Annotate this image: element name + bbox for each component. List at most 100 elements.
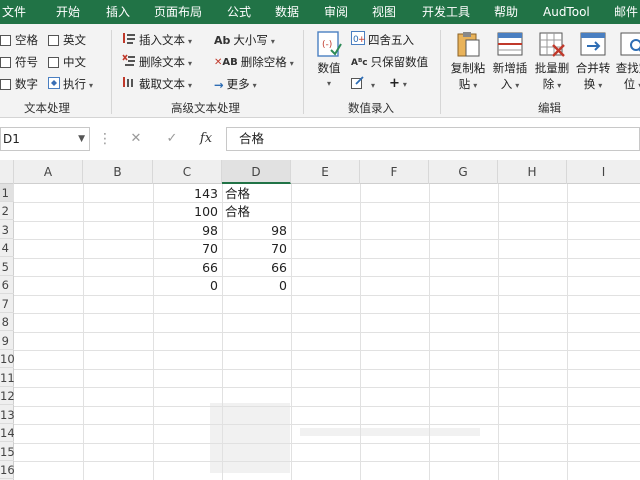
insert-function-icon[interactable]: fx xyxy=(194,127,218,151)
column-header-active[interactable]: D xyxy=(222,160,291,184)
column-header[interactable]: E xyxy=(291,160,360,184)
batch-delete-button[interactable]: 批量删 除 ▾ xyxy=(532,30,572,94)
case-icon: Ab xyxy=(214,33,231,47)
edit-tool-button[interactable]: ▾ xyxy=(351,74,375,94)
chevron-down-icon: ▾ xyxy=(188,81,193,90)
row-header[interactable]: 15 xyxy=(0,443,14,461)
row-header[interactable]: 8 xyxy=(0,313,14,331)
row-header[interactable]: 14 xyxy=(0,424,14,442)
value-button[interactable]: (-) 数值 ▾ xyxy=(312,30,346,92)
number-checkbox[interactable]: 数字 xyxy=(0,74,38,94)
tab-mail[interactable]: 邮件 xyxy=(614,0,638,24)
row-header-bar: 1 2 3 4 5 6 7 8 9 10 11 12 13 14 15 16 xyxy=(0,184,14,480)
tab-page-layout[interactable]: 页面布局 xyxy=(154,0,202,24)
insert-new-button[interactable]: 新增插 入 ▾ xyxy=(490,30,530,94)
tab-audtool[interactable]: AudTool xyxy=(543,0,590,24)
row-header[interactable]: 11 xyxy=(0,369,14,387)
remove-space-icon: ✕AB xyxy=(214,56,238,68)
chinese-checkbox[interactable]: 中文 xyxy=(48,52,86,72)
merge-convert-label: 合并转 xyxy=(575,61,611,75)
tab-insert[interactable]: 插入 xyxy=(106,0,130,24)
column-header[interactable]: C xyxy=(153,160,222,184)
space-checkbox[interactable]: 空格 xyxy=(0,30,38,50)
chevron-down-icon: ▾ xyxy=(326,79,331,88)
case-button[interactable]: Ab 大小写 ▾ xyxy=(214,30,275,50)
cell-c6[interactable]: 0 xyxy=(153,276,222,295)
checkbox-icon xyxy=(0,57,11,68)
merge-convert-button[interactable]: 合并转 换 ▾ xyxy=(573,30,613,94)
cell-c1[interactable]: 143 xyxy=(153,184,222,203)
remove-space-button[interactable]: ✕AB 删除空格 ▾ xyxy=(214,52,294,72)
cell-d6[interactable]: 0 xyxy=(222,276,291,295)
group-label-advanced-text: 高级文本处理 xyxy=(171,101,240,115)
cell-c5[interactable]: 66 xyxy=(153,258,222,277)
row-header[interactable]: 5 xyxy=(0,258,14,276)
column-header[interactable]: A xyxy=(14,160,83,184)
cell-c3[interactable]: 98 xyxy=(153,221,222,240)
row-header[interactable]: 12 xyxy=(0,387,14,405)
chevron-down-icon[interactable]: ▼ xyxy=(78,128,85,150)
formula-bar-grip-icon[interactable]: ⋮ xyxy=(98,127,112,151)
select-all-corner[interactable] xyxy=(0,160,14,184)
insert-new-label-2: 入 xyxy=(500,77,513,91)
formula-input[interactable]: 合格 xyxy=(226,127,640,151)
tab-data[interactable]: 数据 xyxy=(275,0,299,24)
tab-help[interactable]: 帮助 xyxy=(494,0,518,24)
column-header[interactable]: B xyxy=(83,160,153,184)
copy-paste-button[interactable]: 复制粘 贴 ▾ xyxy=(448,30,488,94)
chevron-down-icon: ▾ xyxy=(402,80,407,89)
row-header[interactable]: 6 xyxy=(0,276,14,294)
keep-numbers-button[interactable]: Aᴮc 只保留数值 xyxy=(351,52,428,72)
cell-d4[interactable]: 70 xyxy=(222,239,291,258)
merge-convert-label-2: 换 xyxy=(583,77,596,91)
tab-formulas[interactable]: 公式 xyxy=(227,0,251,24)
extract-text-icon xyxy=(122,75,136,95)
name-box[interactable]: D1 ▼ xyxy=(0,127,90,151)
tab-developer[interactable]: 开发工具 xyxy=(422,0,470,24)
row-header-active[interactable]: 1 xyxy=(0,184,14,202)
delete-text-button[interactable]: 删除文本 ▾ xyxy=(122,52,192,72)
find-locate-button[interactable]: 查找定 位▾ xyxy=(613,30,640,94)
tab-file[interactable]: 文件 xyxy=(2,0,26,24)
tab-view[interactable]: 视图 xyxy=(372,0,396,24)
column-header[interactable]: I xyxy=(567,160,640,184)
add-button[interactable]: + ▾ xyxy=(389,74,407,94)
row-header[interactable]: 3 xyxy=(0,221,14,239)
round-button[interactable]: 0 + 四舍五入 xyxy=(351,30,414,50)
chevron-down-icon: ▾ xyxy=(473,81,478,90)
checkbox-icon xyxy=(48,57,59,68)
row-header[interactable]: 16 xyxy=(0,461,14,479)
cell-d2[interactable]: 合格 xyxy=(222,202,291,221)
row-header[interactable]: 2 xyxy=(0,202,14,220)
symbol-label: 符号 xyxy=(15,55,38,69)
tab-home[interactable]: 开始 xyxy=(56,0,80,24)
cell-d5[interactable]: 66 xyxy=(222,258,291,277)
cell-c2[interactable]: 100 xyxy=(153,202,222,221)
gridline xyxy=(14,332,640,333)
column-header[interactable]: H xyxy=(498,160,567,184)
row-header[interactable]: 7 xyxy=(0,295,14,313)
english-checkbox[interactable]: 英文 xyxy=(48,30,86,50)
insert-text-button[interactable]: 插入文本 ▾ xyxy=(122,30,192,50)
row-header[interactable]: 10 xyxy=(0,350,14,368)
tab-review[interactable]: 审阅 xyxy=(324,0,348,24)
row-header[interactable]: 9 xyxy=(0,332,14,350)
row-header[interactable]: 4 xyxy=(0,239,14,257)
insert-rows-icon xyxy=(496,30,524,58)
merge-icon xyxy=(579,30,607,58)
chevron-down-icon: ▾ xyxy=(89,81,94,90)
more-button[interactable]: → 更多 ▾ xyxy=(214,74,257,94)
cell-d3[interactable]: 98 xyxy=(222,221,291,240)
cell-d1[interactable]: 合格 xyxy=(222,184,291,203)
chevron-down-icon: ▾ xyxy=(270,37,275,46)
column-header[interactable]: G xyxy=(429,160,498,184)
formula-bar: D1 ▼ ⋮ ✕ ✓ fx 合格 xyxy=(0,118,640,160)
cancel-icon[interactable]: ✕ xyxy=(124,127,148,151)
confirm-icon[interactable]: ✓ xyxy=(160,127,184,151)
column-header[interactable]: F xyxy=(360,160,429,184)
symbol-checkbox[interactable]: 符号 xyxy=(0,52,38,72)
cell-c4[interactable]: 70 xyxy=(153,239,222,258)
row-header[interactable]: 13 xyxy=(0,406,14,424)
execute-button[interactable]: 执行 ▾ xyxy=(48,74,93,94)
extract-text-button[interactable]: 截取文本 ▾ xyxy=(122,74,192,94)
